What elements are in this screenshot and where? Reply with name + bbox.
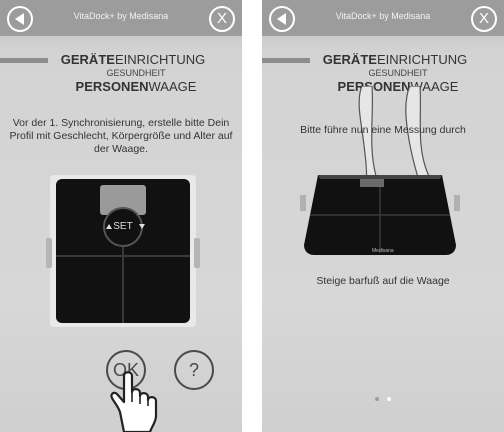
scale-side-tab-left: [46, 238, 52, 268]
setup-instruction: Vor der 1. Synchronisierung, erstelle bi…: [9, 117, 233, 155]
device-name: PERSONENWAAGE: [0, 79, 242, 94]
category-label: GESUNDHEIT: [106, 68, 166, 78]
back-button[interactable]: [269, 6, 295, 32]
page-dot-2[interactable]: [387, 397, 392, 401]
scale-body: SET: [56, 179, 190, 323]
right-screen: VitaDock+ by Medisana X GERÄTEEINRICHTUN…: [262, 0, 504, 432]
scale-brand-label: Medisana: [372, 248, 394, 254]
close-x-icon: X: [478, 10, 489, 27]
close-button[interactable]: X: [209, 6, 235, 32]
page-dot-1[interactable]: [374, 397, 379, 401]
scale-side-tab-right: [194, 238, 200, 268]
scale-divider-horizontal: [56, 255, 190, 257]
page-title: GERÄTEEINRICHTUNG: [0, 52, 242, 67]
close-button[interactable]: X: [471, 6, 497, 32]
back-arrow-icon: [277, 13, 286, 25]
device-rest: WAAGE: [148, 79, 197, 94]
scale-3d-illustration: [300, 175, 460, 255]
app-title: VitaDock+ by Medisana: [73, 11, 169, 21]
page-indicator: [262, 388, 504, 406]
top-bar: VitaDock+ by Medisana X: [0, 0, 242, 36]
left-screen: VitaDock+ by Medisana X GERÄTEEINRICHTUN…: [0, 0, 242, 432]
help-button[interactable]: ?: [174, 350, 214, 390]
screens-container: VitaDock+ by Medisana X GERÄTEEINRICHTUN…: [0, 0, 504, 432]
device-bold: PERSONEN: [75, 79, 149, 94]
title-rest: EINRICHTUNG: [376, 52, 468, 67]
back-arrow-icon: [15, 13, 24, 25]
page-title: GERÄTEEINRICHTUNG: [262, 52, 504, 67]
title-bold: GERÄTE: [60, 52, 115, 67]
category-label: GESUNDHEIT: [368, 68, 428, 78]
title-rest: EINRICHTUNG: [114, 52, 206, 67]
step-instruction: Steige barfuß auf die Waage: [316, 275, 450, 287]
set-label: SET: [113, 221, 133, 232]
scale-illustration: SET: [50, 175, 196, 327]
measure-instruction: Bitte führe nun eine Messung durch: [300, 124, 466, 136]
back-button[interactable]: [7, 6, 33, 32]
app-title: VitaDock+ by Medisana: [335, 11, 431, 21]
close-x-icon: X: [216, 10, 227, 27]
title-bold: GERÄTE: [322, 52, 377, 67]
tap-hand-icon: [110, 371, 158, 432]
top-bar: VitaDock+ by Medisana X: [262, 0, 504, 36]
